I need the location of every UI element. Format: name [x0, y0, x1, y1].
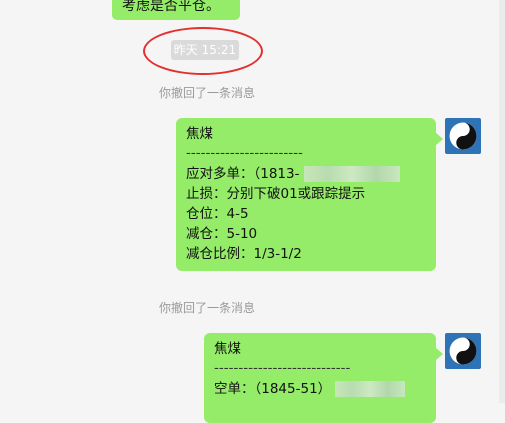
message-divider: ------------------------	[186, 145, 303, 161]
redacted-blur	[303, 166, 400, 182]
message-line: 焦煤	[186, 126, 213, 142]
chat-scrollbar[interactable]	[499, 0, 505, 403]
message-line: 焦煤	[214, 341, 241, 357]
bubble-tail	[435, 132, 443, 146]
previous-message-text: 考虑是否平仓。	[122, 0, 220, 14]
previous-message-bubble[interactable]: 考虑是否平仓。	[112, 0, 240, 20]
bubble-tail	[435, 347, 443, 361]
sender-avatar[interactable]	[445, 118, 481, 154]
message-divider: ----------------------------	[214, 360, 351, 376]
yin-yang-icon	[449, 122, 477, 150]
message-line: 仓位：4-5	[186, 206, 249, 222]
red-circle-annotation	[143, 27, 263, 75]
message-line-text: 应对多单：（1813-	[186, 166, 300, 182]
sender-avatar[interactable]	[445, 333, 481, 369]
redacted-blur	[335, 381, 406, 397]
message-line: 减仓：5-10	[186, 226, 258, 242]
message-bubble[interactable]: 焦煤 ---------------------------- 空单：（1845…	[204, 333, 443, 423]
recall-notice: 你撤回了一条消息	[159, 301, 256, 315]
message-line: 应对多单：（1813-	[186, 164, 400, 184]
message-line: 减仓比例：1/3-1/2	[186, 246, 302, 262]
message-line-text: 空单：（1845-51）	[214, 381, 332, 397]
yin-yang-icon	[449, 337, 477, 365]
message-line: 空单：（1845-51）	[214, 379, 406, 399]
message-line: 止损：分别下破01或跟踪提示	[186, 186, 366, 202]
message-bubble[interactable]: 焦煤 ------------------------ 应对多单：（1813- …	[176, 118, 443, 271]
recall-notice: 你撤回了一条消息	[159, 86, 256, 100]
